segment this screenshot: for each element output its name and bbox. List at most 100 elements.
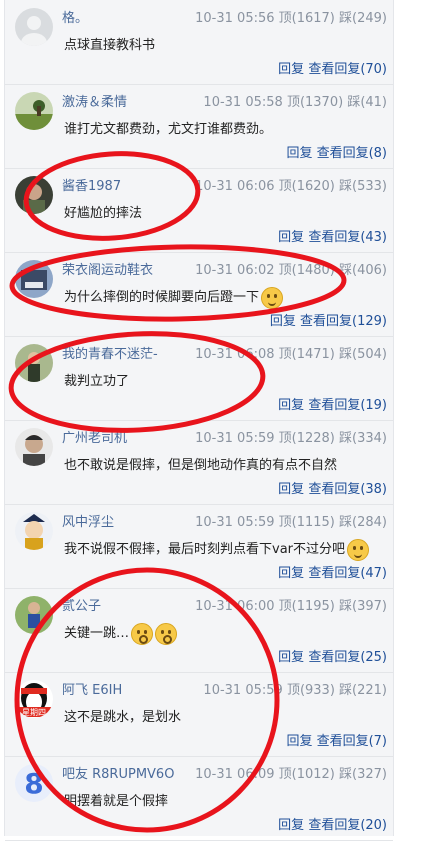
comment-time: 10-31 06:08 <box>195 347 279 362</box>
comment-item: 广州老司机 10-31 05:59 顶(1228) 踩(334) 也不敢说是假摔，但… <box>5 420 393 505</box>
upvote-count[interactable]: 顶(1617) <box>279 11 339 26</box>
comment-body: 也不敢说是假摔，但是倒地动作真的有点不自然 <box>64 458 338 473</box>
upvote-count[interactable]: 顶(1195) <box>279 599 339 614</box>
comment-meta: 10-31 06:02 顶(1480) 踩(406) <box>195 259 387 278</box>
comment-actions: 回复 查看回复(25) <box>278 646 387 665</box>
comment-meta: 10-31 06:09 顶(1012) 踩(327) <box>195 763 387 782</box>
downvote-count[interactable]: 踩(284) <box>339 515 387 530</box>
comment-username[interactable]: 酱香1987 <box>62 175 121 194</box>
comment-item: 贰公子 10-31 06:00 顶(1195) 踩(397) 关键一跳… 回复 查看回… <box>5 588 393 673</box>
cartoon-avatar-icon[interactable] <box>15 512 53 550</box>
comment-body: 关键一跳… <box>64 626 130 641</box>
comment-text: 我不说假不假摔，最后时刻判点看下var不过分吧 <box>64 538 370 561</box>
view-replies-button[interactable]: 查看回复(47) <box>308 566 387 581</box>
comment-list: 格。 10-31 05:56 顶(1617) 踩(249) 点球直接教科书回复 查看… <box>4 0 394 841</box>
view-replies-button[interactable]: 查看回复(38) <box>308 482 387 497</box>
upvote-count[interactable]: 顶(1228) <box>279 431 339 446</box>
comment-username[interactable]: 贰公子 <box>62 595 101 614</box>
comment-time: 10-31 05:59 <box>195 431 279 446</box>
view-replies-button[interactable]: 查看回复(7) <box>317 734 387 749</box>
upvote-count[interactable]: 顶(1471) <box>279 347 339 362</box>
view-replies-button[interactable]: 查看回复(20) <box>308 818 387 833</box>
comment-meta: 10-31 05:58 顶(1370) 踩(41) <box>203 91 387 110</box>
reply-button[interactable]: 回复 <box>270 314 300 329</box>
gray-avatar-icon[interactable] <box>15 8 53 46</box>
comment-username[interactable]: 风中浮尘 <box>62 511 114 530</box>
comment-username[interactable]: 阿飞 E6IH <box>62 679 122 698</box>
photo-avatar-icon[interactable] <box>15 176 53 214</box>
comment-body: 明摆着就是个假摔 <box>64 794 169 809</box>
reply-button[interactable]: 回复 <box>278 650 308 665</box>
penguin-avatar-icon[interactable]: 星期四 <box>15 680 53 718</box>
downvote-count[interactable]: 踩(249) <box>339 11 387 26</box>
comment-body: 点球直接教科书 <box>64 38 156 53</box>
comment-actions: 回复 查看回复(8) <box>286 142 387 161</box>
downvote-count[interactable]: 踩(41) <box>347 95 387 110</box>
portrait-avatar-icon[interactable] <box>15 428 53 466</box>
upvote-count[interactable]: 顶(1370) <box>287 95 347 110</box>
player-avatar-icon[interactable] <box>15 596 53 634</box>
reply-button[interactable]: 回复 <box>278 230 308 245</box>
comment-text: 为什么摔倒的时候脚要向后蹬一下 <box>64 286 284 309</box>
view-replies-button[interactable]: 查看回复(25) <box>308 650 387 665</box>
reply-button[interactable]: 回复 <box>286 734 316 749</box>
downvote-count[interactable]: 踩(504) <box>339 347 387 362</box>
comment-item: 荣衣阁运动鞋衣 10-31 06:02 顶(1480) 踩(406) 为什么摔倒的时… <box>5 252 393 337</box>
upvote-count[interactable]: 顶(1012) <box>279 767 339 782</box>
comment-meta: 10-31 05:59 顶(1115) 踩(284) <box>195 511 387 530</box>
view-replies-button[interactable]: 查看回复(8) <box>317 146 387 161</box>
comment-body: 裁判立功了 <box>64 374 130 389</box>
comment-username[interactable]: 我的青春不迷茫- <box>62 343 158 362</box>
comment-item: 我的青春不迷茫- 10-31 06:08 顶(1471) 踩(504) 裁判立功了回… <box>5 336 393 421</box>
downvote-count[interactable]: 踩(533) <box>339 179 387 194</box>
upvote-count[interactable]: 顶(1480) <box>279 263 339 278</box>
comment-username[interactable]: 荣衣阁运动鞋衣 <box>62 259 153 278</box>
reply-button[interactable]: 回复 <box>278 62 308 77</box>
comment-meta: 10-31 06:08 顶(1471) 踩(504) <box>195 343 387 362</box>
downvote-count[interactable]: 踩(334) <box>339 431 387 446</box>
comment-actions: 回复 查看回复(7) <box>286 730 387 749</box>
comment-meta: 10-31 05:56 顶(1617) 踩(249) <box>195 7 387 26</box>
downvote-count[interactable]: 踩(406) <box>339 263 387 278</box>
svg-text:星期四: 星期四 <box>22 708 46 717</box>
view-replies-button[interactable]: 查看回复(19) <box>308 398 387 413</box>
comment-text: 裁判立功了 <box>64 370 129 389</box>
view-replies-button[interactable]: 查看回复(43) <box>308 230 387 245</box>
view-replies-button[interactable]: 查看回复(129) <box>300 314 387 329</box>
comment-time: 10-31 05:59 <box>195 515 279 530</box>
reply-button[interactable]: 回复 <box>278 398 308 413</box>
comment-username[interactable]: 广州老司机 <box>62 427 127 446</box>
reply-button[interactable]: 回复 <box>278 818 308 833</box>
comment-body: 谁打尤文都费劲，尤文打谁都费劲。 <box>64 122 273 137</box>
wow-emoji-icon <box>155 622 178 645</box>
comment-body: 这不是跳水，是划水 <box>64 710 182 725</box>
comment-username[interactable]: 吧友 R8RUPMV6O <box>62 763 174 782</box>
upvote-count[interactable]: 顶(933) <box>287 683 339 698</box>
reply-button[interactable]: 回复 <box>286 146 316 161</box>
downvote-count[interactable]: 踩(397) <box>339 599 387 614</box>
comment-meta: 10-31 06:06 顶(1620) 踩(533) <box>195 175 387 194</box>
downvote-count[interactable]: 踩(327) <box>339 767 387 782</box>
upvote-count[interactable]: 顶(1620) <box>279 179 339 194</box>
comment-actions: 回复 查看回复(47) <box>278 562 387 581</box>
comment-meta: 10-31 05:59 顶(933) 踩(221) <box>203 679 387 698</box>
downvote-count[interactable]: 踩(221) <box>339 683 387 698</box>
person-avatar-icon[interactable] <box>15 344 53 382</box>
landscape-avatar-icon[interactable] <box>15 92 53 130</box>
reply-button[interactable]: 回复 <box>278 482 308 497</box>
view-replies-button[interactable]: 查看回复(70) <box>308 62 387 77</box>
comment-username[interactable]: 格。 <box>62 7 88 26</box>
comment-time: 10-31 05:59 <box>203 683 287 698</box>
comment-text: 谁打尤文都费劲，尤文打谁都费劲。 <box>64 118 272 137</box>
comment-time: 10-31 06:09 <box>195 767 279 782</box>
comment-username[interactable]: 激涛＆柔情 <box>62 91 127 110</box>
svg-text:8: 8 <box>24 767 43 800</box>
shoes-avatar-icon[interactable] <box>15 260 53 298</box>
comment-body: 为什么摔倒的时候脚要向后蹬一下 <box>64 290 260 305</box>
reply-button[interactable]: 回复 <box>278 566 308 581</box>
default-8-avatar-icon[interactable]: 8 <box>15 764 53 802</box>
comment-time: 10-31 06:06 <box>195 179 279 194</box>
comment-text: 好尴尬的摔法 <box>64 202 142 221</box>
upvote-count[interactable]: 顶(1115) <box>279 515 339 530</box>
grin-emoji-icon <box>261 286 284 309</box>
